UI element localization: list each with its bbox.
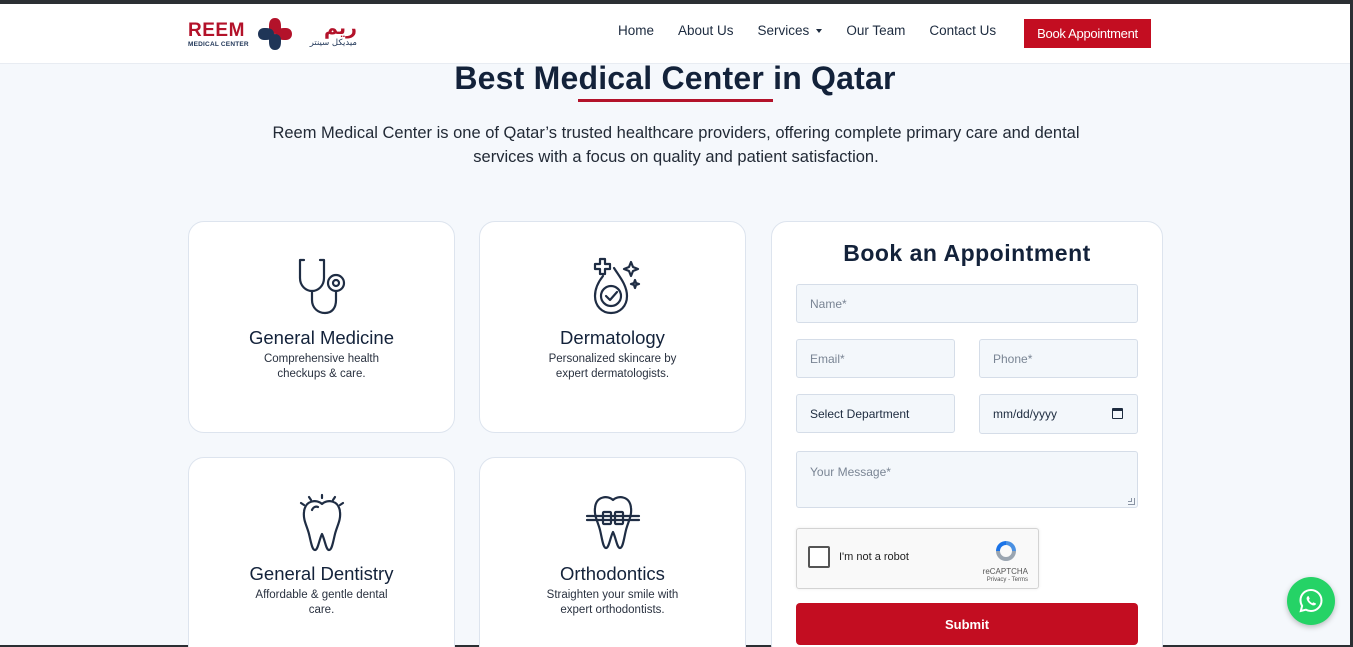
whatsapp-chat-button[interactable] xyxy=(1287,577,1335,625)
service-title: General Dentistry xyxy=(249,563,394,584)
resize-handle-icon[interactable] xyxy=(1128,498,1135,505)
service-card-dermatology[interactable]: Dermatology Personalized skincare by exp… xyxy=(479,221,746,433)
submit-button[interactable]: Submit xyxy=(796,603,1138,645)
recaptcha-checkbox[interactable] xyxy=(808,546,830,568)
service-description: Straighten your smile with expert orthod… xyxy=(546,589,679,616)
service-description: Personalized skincare by expert dermatol… xyxy=(548,353,677,380)
site-header: REEM MEDICAL CENTER ريم ميديكل سينتر Hom… xyxy=(0,4,1350,64)
recaptcha-logo-icon xyxy=(996,541,1016,561)
braces-tooth-icon xyxy=(585,496,640,550)
calendar-icon[interactable] xyxy=(1112,408,1123,419)
recaptcha-label: I'm not a robot xyxy=(839,551,909,563)
message-field[interactable]: Your Message* xyxy=(796,451,1138,508)
message-placeholder: Your Message* xyxy=(810,465,891,479)
logo-name-en: REEM xyxy=(188,20,245,41)
service-card-general-dentistry[interactable]: General Dentistry Affordable & gentle de… xyxy=(188,457,455,647)
nav-contact-us[interactable]: Contact Us xyxy=(929,23,996,38)
recaptcha-brand: reCAPTCHA xyxy=(982,567,1028,576)
page-subtitle: Reem Medical Center is one of Qatar’s tr… xyxy=(272,124,1080,166)
page-title: Best Medical Center in Qatar xyxy=(454,60,896,96)
skincare-drop-icon xyxy=(593,257,640,315)
logo-arabic: ريم ميديكل سينتر xyxy=(301,18,357,48)
logo-english: REEM MEDICAL CENTER xyxy=(188,20,249,48)
main-nav: Home About Us Services Our Team Contact … xyxy=(618,23,996,38)
logo-name-ar: ريم xyxy=(324,17,357,39)
service-card-orthodontics[interactable]: Orthodontics Straighten your smile with … xyxy=(479,457,746,647)
nav-home[interactable]: Home xyxy=(618,23,654,38)
service-title: Dermatology xyxy=(560,327,665,348)
logo-sub-ar: ميديكل سينتر xyxy=(309,38,357,48)
whatsapp-icon xyxy=(1299,588,1323,613)
date-value: mm/dd/yyyy xyxy=(993,407,1058,421)
service-title: General Medicine xyxy=(249,327,394,348)
medical-cross-logo-icon xyxy=(258,18,292,50)
service-title: Orthodontics xyxy=(560,563,665,584)
recaptcha-widget: I'm not a robot reCAPTCHA Privacy - Term… xyxy=(796,528,1039,589)
date-field[interactable]: mm/dd/yyyy xyxy=(979,394,1138,434)
book-appointment-button[interactable]: Book Appointment xyxy=(1024,19,1151,48)
service-description: Affordable & gentle dental care. xyxy=(255,589,388,616)
name-field[interactable]: Name* xyxy=(796,284,1138,323)
nav-about-us[interactable]: About Us xyxy=(678,23,734,38)
department-select[interactable]: Select Department xyxy=(796,394,955,433)
recaptcha-links[interactable]: Privacy - Terms xyxy=(987,577,1028,583)
tooth-icon xyxy=(299,493,344,552)
nav-services[interactable]: Services xyxy=(758,23,823,38)
logo-sub-en: MEDICAL CENTER xyxy=(188,41,249,48)
stethoscope-icon xyxy=(298,258,345,315)
phone-field[interactable]: Phone* xyxy=(979,339,1138,378)
site-logo[interactable]: REEM MEDICAL CENTER ريم ميديكل سينتر xyxy=(188,16,358,52)
chevron-down-icon xyxy=(816,28,823,33)
service-card-general-medicine[interactable]: General Medicine Comprehensive health ch… xyxy=(188,221,455,433)
form-title: Book an Appointment xyxy=(843,240,1091,266)
nav-our-team[interactable]: Our Team xyxy=(846,23,905,38)
email-field[interactable]: Email* xyxy=(796,339,955,378)
service-description: Comprehensive health checkups & care. xyxy=(263,353,380,380)
nav-services-label: Services xyxy=(757,23,810,38)
title-underline xyxy=(578,99,773,102)
